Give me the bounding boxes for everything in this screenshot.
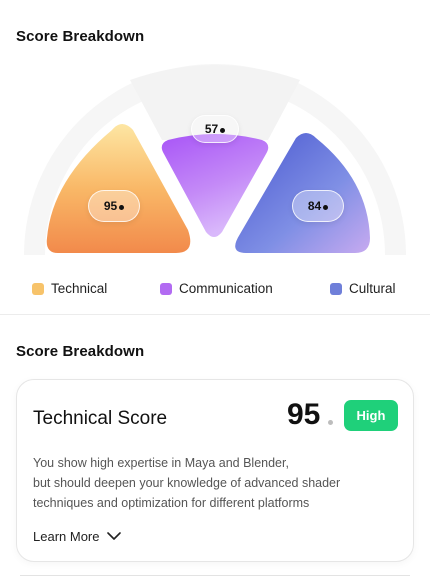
technical-score-card: Technical Score 95 High You show high ex… <box>16 379 414 562</box>
score-chart-graphic <box>24 64 406 255</box>
description-line: but should deepen your knowledge of adva… <box>33 476 341 490</box>
cultural-score-value: 84 <box>307 199 322 213</box>
legend-label: Technical <box>51 281 108 296</box>
cultural-score-pill: 84 <box>292 190 344 222</box>
legend-swatch <box>160 282 172 295</box>
legend-item-cultural: Cultural <box>330 281 396 296</box>
legend-swatch <box>32 282 44 295</box>
legend-label: Cultural <box>349 281 396 296</box>
legend-label: Communication <box>179 281 273 296</box>
next-card-edge <box>20 575 410 576</box>
dot-icon <box>323 204 329 210</box>
section-title: Score Breakdown <box>16 343 145 360</box>
technical-score-value: 95 <box>103 199 118 213</box>
communication-score-pill: 57 <box>191 115 239 143</box>
legend-swatch <box>330 282 342 295</box>
communication-score-value: 57 <box>204 122 219 136</box>
description-line: techniques and optimization for differen… <box>33 496 310 510</box>
card-description: You show high expertise in Maya and Blen… <box>33 453 403 513</box>
dot-icon <box>220 127 226 133</box>
chart-legend: Technical Communication Cultural <box>0 281 430 299</box>
dot-icon <box>119 204 125 210</box>
learn-more-button[interactable]: Learn More <box>33 529 122 544</box>
legend-item-communication: Communication <box>160 281 273 296</box>
card-title: Technical Score <box>33 408 168 429</box>
learn-more-label: Learn More <box>33 529 100 544</box>
score-level-badge: High <box>344 400 398 431</box>
section-title: Score Breakdown <box>16 28 145 45</box>
dot-icon <box>328 420 333 425</box>
legend-item-technical: Technical <box>32 281 107 296</box>
section-divider <box>0 314 430 315</box>
technical-score-pill: 95 <box>88 190 140 222</box>
chevron-down-icon <box>107 532 122 540</box>
card-score-value: 95 <box>287 398 321 431</box>
score-chart: 95 57 84 <box>0 60 430 270</box>
description-line: You show high expertise in Maya and Blen… <box>33 456 289 470</box>
